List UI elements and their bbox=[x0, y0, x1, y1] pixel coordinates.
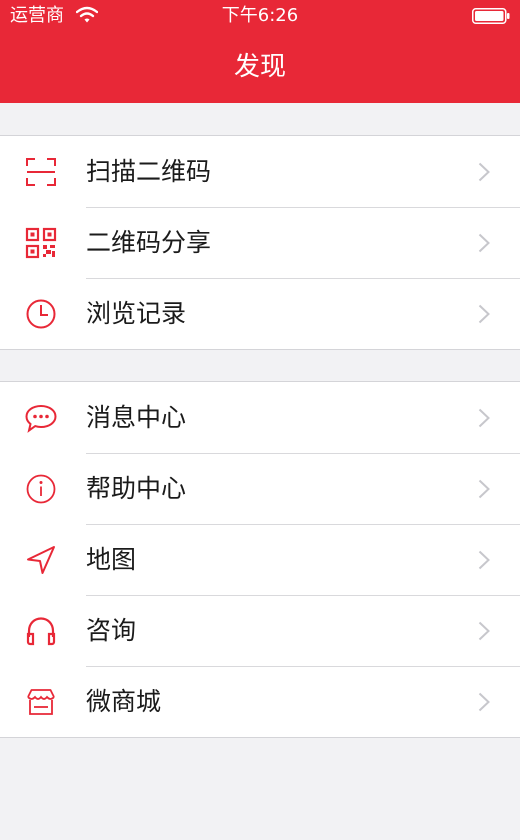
menu-item-label: 地图 bbox=[86, 545, 137, 574]
chevron-right-icon bbox=[478, 304, 490, 324]
chevron-right-icon bbox=[478, 233, 490, 253]
scan-qr-icon bbox=[26, 158, 56, 186]
menu-item-label: 消息中心 bbox=[86, 403, 187, 432]
location-arrow-icon bbox=[27, 546, 55, 574]
menu-group-1: 扫描二维码 二维码分享 浏览记录 bbox=[0, 135, 520, 350]
battery-icon bbox=[472, 8, 510, 24]
chevron-right-icon bbox=[478, 408, 490, 428]
menu-item-scan-qr[interactable]: 扫描二维码 bbox=[0, 136, 520, 207]
status-bar: 运营商 下午6:26 bbox=[0, 0, 520, 32]
chevron-right-icon bbox=[478, 550, 490, 570]
headphones-icon bbox=[26, 617, 56, 646]
menu-item-message-center[interactable]: 消息中心 bbox=[0, 382, 520, 453]
info-icon bbox=[26, 474, 56, 504]
menu-item-browse-history[interactable]: 浏览记录 bbox=[0, 278, 520, 349]
menu-item-micro-mall[interactable]: 微商城 bbox=[0, 666, 520, 737]
menu-item-map[interactable]: 地图 bbox=[0, 524, 520, 595]
menu-group-2: 消息中心 帮助中心 地图 咨询 微商城 bbox=[0, 381, 520, 738]
page-title: 发现 bbox=[233, 52, 286, 82]
menu-item-label: 咨询 bbox=[86, 616, 137, 645]
chevron-right-icon bbox=[478, 621, 490, 641]
clock-icon bbox=[26, 299, 56, 329]
menu-item-help-center[interactable]: 帮助中心 bbox=[0, 453, 520, 524]
menu-item-label: 二维码分享 bbox=[86, 228, 212, 257]
chat-bubble-icon bbox=[25, 404, 57, 433]
chevron-right-icon bbox=[478, 692, 490, 712]
qr-code-icon bbox=[25, 227, 57, 259]
status-time: 下午6:26 bbox=[221, 5, 299, 26]
menu-item-label: 帮助中心 bbox=[86, 474, 187, 503]
menu-item-qr-share[interactable]: 二维码分享 bbox=[0, 207, 520, 278]
store-icon bbox=[27, 689, 55, 715]
navigation-bar: 发现 bbox=[0, 32, 520, 103]
menu-item-consult[interactable]: 咨询 bbox=[0, 595, 520, 666]
menu-item-label: 微商城 bbox=[86, 687, 162, 716]
menu-item-label: 浏览记录 bbox=[86, 299, 187, 328]
menu-item-label: 扫描二维码 bbox=[86, 157, 212, 186]
chevron-right-icon bbox=[478, 162, 490, 182]
chevron-right-icon bbox=[478, 479, 490, 499]
